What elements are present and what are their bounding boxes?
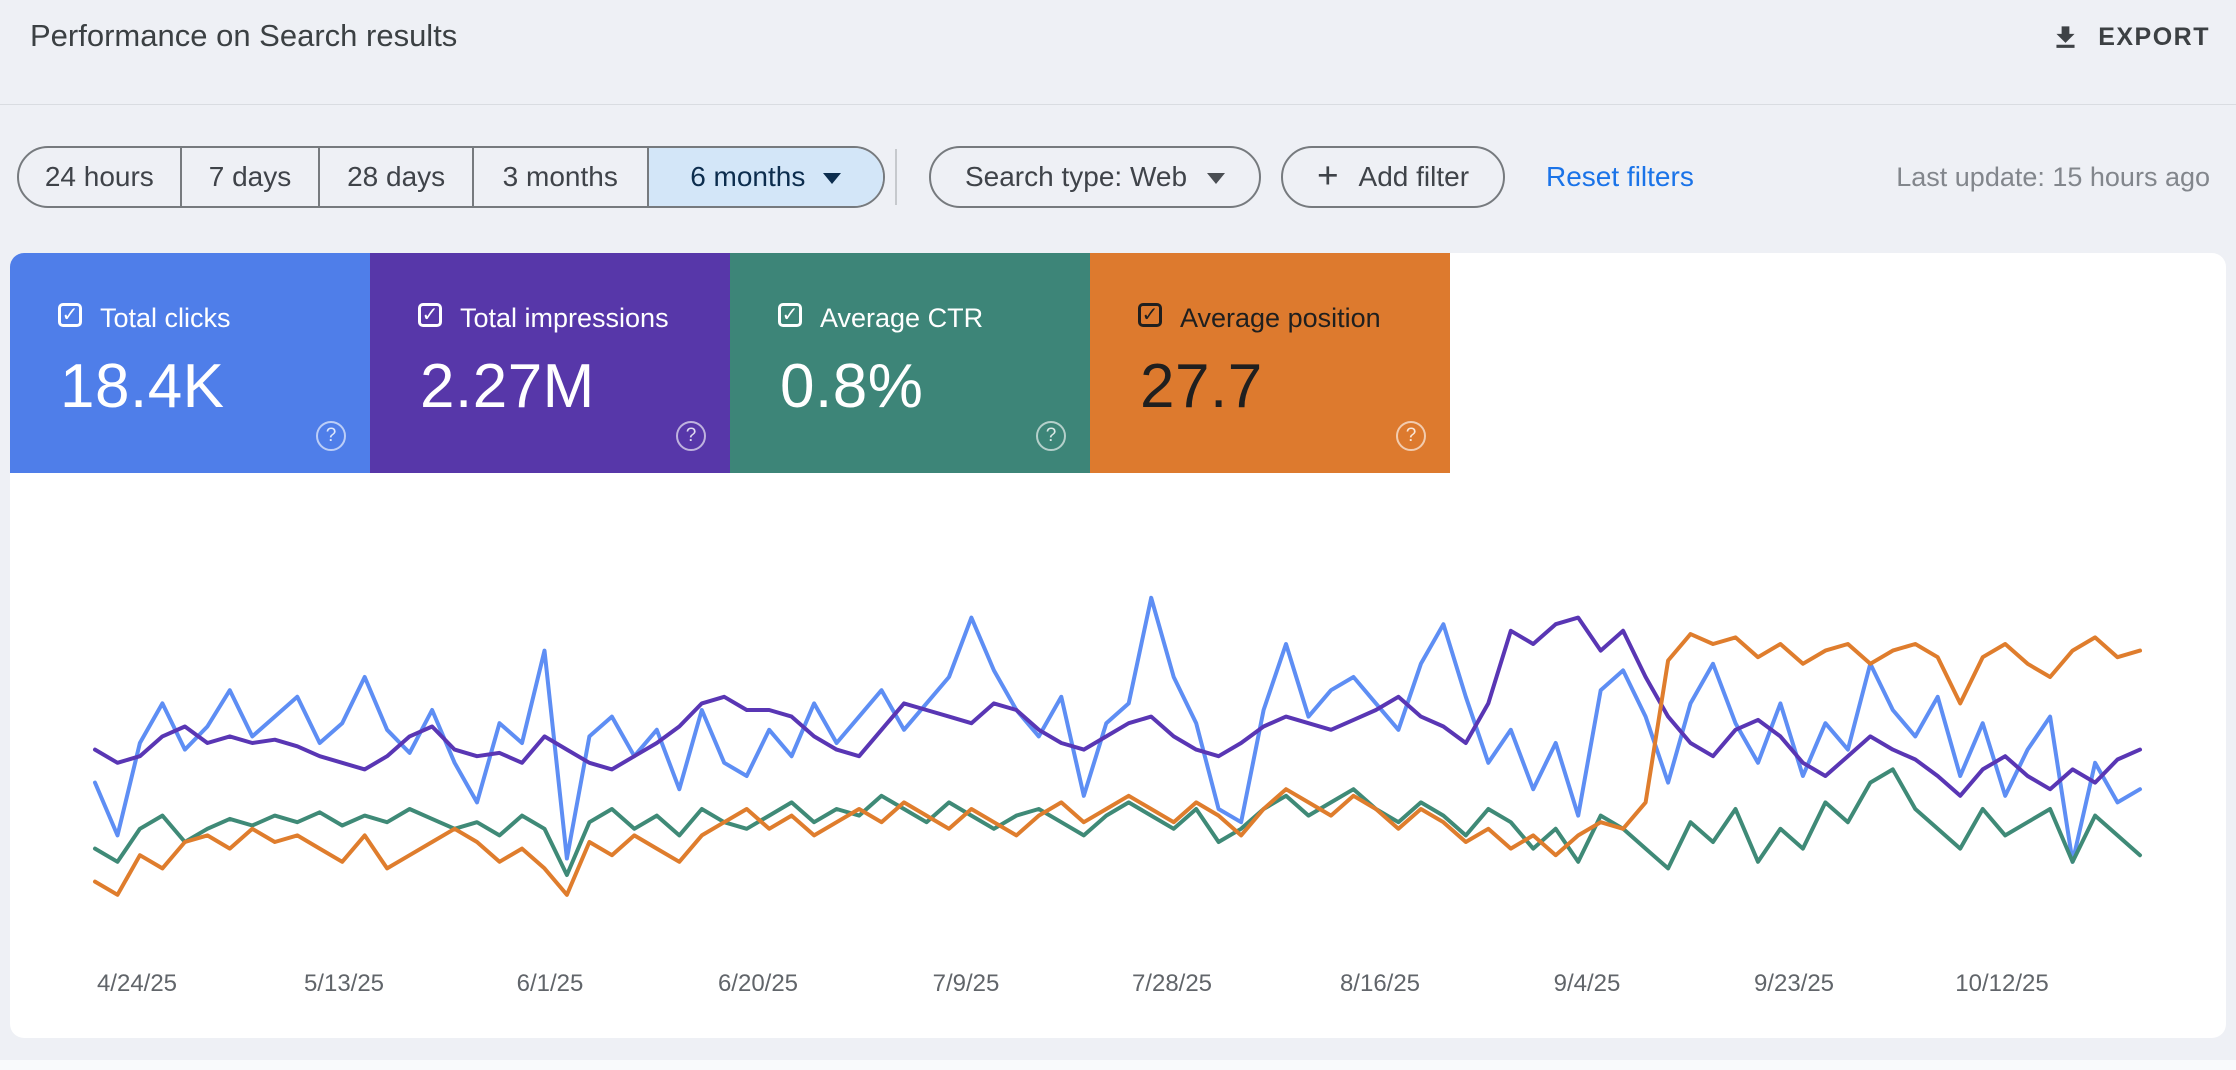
- download-icon: [2050, 22, 2081, 53]
- x-axis-tick-label: 5/13/25: [304, 970, 384, 997]
- chevron-down-icon: [823, 173, 842, 184]
- reset-filters-link[interactable]: Reset filters: [1546, 146, 1694, 208]
- date-range-24-hours[interactable]: 24 hours: [19, 148, 180, 206]
- x-axis-tick-label: 9/23/25: [1754, 970, 1834, 997]
- date-range-segmented-control: 24 hours 7 days 28 days 3 months 6 months: [17, 146, 885, 208]
- x-axis-tick-label: 7/9/25: [933, 970, 1000, 997]
- date-range-label: 24 hours: [44, 161, 154, 192]
- x-axis-tick-label: 6/20/25: [718, 970, 798, 997]
- x-axis-tick-label: 8/16/25: [1340, 970, 1420, 997]
- page-title: Performance on Search results: [30, 18, 458, 53]
- x-axis-tick-label: 6/1/25: [517, 970, 584, 997]
- search-type-dropdown[interactable]: Search type: Web: [929, 146, 1261, 208]
- date-range-label: 7 days: [208, 161, 292, 192]
- add-filter-label: Add filter: [1358, 161, 1470, 192]
- filter-divider: [895, 149, 897, 205]
- date-range-28-days[interactable]: 28 days: [318, 148, 472, 206]
- chevron-down-icon: [1207, 173, 1226, 184]
- date-range-7-days[interactable]: 7 days: [179, 148, 319, 206]
- date-range-6-months[interactable]: 6 months: [646, 148, 883, 206]
- export-button[interactable]: EXPORT: [2050, 22, 2210, 53]
- date-range-label: 6 months: [690, 161, 806, 192]
- x-axis-tick-label: 10/12/25: [1955, 970, 2048, 997]
- date-range-label: 3 months: [502, 161, 618, 192]
- date-range-label: 28 days: [347, 161, 446, 192]
- header-divider: [0, 104, 2236, 105]
- date-range-3-months[interactable]: 3 months: [471, 148, 647, 206]
- last-update-text: Last update: 15 hours ago: [1896, 161, 2210, 192]
- search-type-label: Search type: Web: [964, 161, 1188, 192]
- filter-bar: 24 hours 7 days 28 days 3 months 6 months Se…: [0, 146, 2236, 208]
- add-filter-button[interactable]: + Add filter: [1281, 146, 1505, 208]
- export-label: EXPORT: [2098, 23, 2210, 51]
- plus-icon: +: [1316, 154, 1339, 196]
- x-axis-tick-label: 4/24/25: [97, 970, 177, 997]
- performance-panel: ✓ Total clicks 18.4K? ✓ Total impressions 2.2…: [10, 253, 2226, 1038]
- x-axis-tick-label: 7/28/25: [1132, 970, 1212, 997]
- x-axis-tick-label: 9/4/25: [1554, 970, 1621, 997]
- footer-strip: [0, 1060, 2236, 1070]
- line-series-total-impressions: [93, 615, 2142, 798]
- performance-line-chart[interactable]: 4/24/25 5/13/25 6/1/25 6/20/25 7/9/25 7/28/25…: [10, 253, 2226, 1038]
- line-series-average-position: [93, 632, 2142, 897]
